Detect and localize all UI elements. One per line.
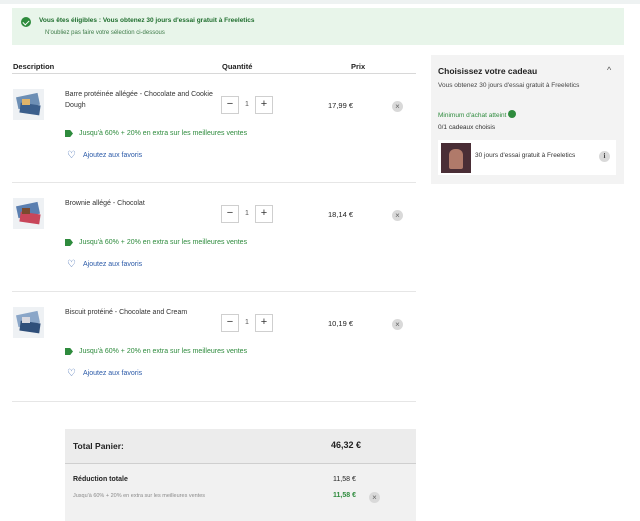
increase-quantity-button[interactable]: + xyxy=(255,314,273,332)
eligibility-banner: Vous êtes éligibles : Vous obtenez 30 jo… xyxy=(12,8,624,45)
applied-promo-label: Jusqu'à 60% + 20% en extra sur les meill… xyxy=(73,493,206,499)
favorites-label[interactable]: Ajoutez aux favoris xyxy=(83,261,142,268)
product-name[interactable]: Brownie allégé - Chocolat xyxy=(65,198,215,209)
remove-promo-button[interactable]: × xyxy=(369,492,380,503)
banner-title: Vous êtes éligibles : Vous obtenez 30 jo… xyxy=(39,17,255,24)
info-icon[interactable]: i xyxy=(599,151,610,162)
decrease-quantity-button[interactable]: − xyxy=(221,96,239,114)
tag-icon xyxy=(65,348,73,355)
gift-option-label: 30 jours d'essai gratuit à Freeletics xyxy=(475,152,576,159)
check-circle-icon xyxy=(21,17,31,27)
check-circle-icon xyxy=(508,110,517,118)
cart-row: Biscuit protéiné - Chocolate and Cream −… xyxy=(12,292,416,401)
chevron-up-icon[interactable]: ^ xyxy=(607,65,611,75)
top-border xyxy=(0,0,640,4)
minimum-reached-label: Minimum d'achat atteint xyxy=(438,112,507,119)
product-name[interactable]: Barre protéinée allégée - Chocolate and … xyxy=(65,89,215,111)
cart-total: Total Panier: 46,32 € xyxy=(65,429,416,464)
quantity-stepper: − 1 + xyxy=(221,314,275,332)
column-header-quantity: Quantité xyxy=(222,62,253,71)
gift-image xyxy=(441,143,471,173)
reduction-summary: Réduction totale 11,58 € Jusqu'à 60% + 2… xyxy=(65,464,416,521)
total-amount: 46,32 € xyxy=(331,440,362,450)
increase-quantity-button[interactable]: + xyxy=(255,96,273,114)
increase-quantity-button[interactable]: + xyxy=(255,205,273,223)
cart-row: Barre protéinée allégée - Chocolate and … xyxy=(12,74,416,183)
item-price: 18,14 € xyxy=(328,210,354,219)
promo-text[interactable]: Jusqu'à 60% + 20% en extra sur les meill… xyxy=(79,239,247,246)
cart-row: Brownie allégé - Chocolat − 1 + 18,14 € … xyxy=(12,183,416,292)
favorites-label[interactable]: Ajoutez aux favoris xyxy=(83,370,142,377)
banner-subtitle: N'oubliez pas faire votre sélection ci-d… xyxy=(45,30,165,36)
item-price: 17,99 € xyxy=(328,101,354,110)
quantity-value[interactable]: 1 xyxy=(239,314,255,332)
promo-text[interactable]: Jusqu'à 60% + 20% en extra sur les meill… xyxy=(79,130,247,137)
remove-item-button[interactable]: × xyxy=(392,319,403,330)
column-header-price: Prix xyxy=(351,62,366,71)
column-header-description: Description xyxy=(13,62,55,71)
reduction-amount: 11,58 € xyxy=(333,476,356,483)
heart-icon: ♡ xyxy=(67,368,76,379)
remove-item-button[interactable]: × xyxy=(392,101,403,112)
product-image[interactable] xyxy=(13,307,44,338)
product-image[interactable] xyxy=(13,198,44,229)
minimum-reached-status: Minimum d'achat atteint xyxy=(438,110,517,119)
product-name[interactable]: Biscuit protéiné - Chocolate and Cream xyxy=(65,307,215,318)
quantity-value[interactable]: 1 xyxy=(239,96,255,114)
gift-panel-title: Choisissez votre cadeau xyxy=(438,66,538,76)
quantity-value[interactable]: 1 xyxy=(239,205,255,223)
tag-icon xyxy=(65,239,73,246)
heart-icon: ♡ xyxy=(67,150,76,161)
item-price: 10,19 € xyxy=(328,319,354,328)
quantity-stepper: − 1 + xyxy=(221,96,275,114)
quantity-stepper: − 1 + xyxy=(221,205,275,223)
decrease-quantity-button[interactable]: − xyxy=(221,205,239,223)
gift-count: 0/1 cadeaux choisis xyxy=(438,124,496,131)
decrease-quantity-button[interactable]: − xyxy=(221,314,239,332)
tag-icon xyxy=(65,130,73,137)
promo-text[interactable]: Jusqu'à 60% + 20% en extra sur les meill… xyxy=(79,348,247,355)
gift-panel: Choisissez votre cadeau ^ Vous obtenez 3… xyxy=(431,55,624,184)
favorites-label[interactable]: Ajoutez aux favoris xyxy=(83,152,142,159)
gift-option-card[interactable]: 30 jours d'essai gratuit à Freeletics i xyxy=(438,140,616,175)
remove-item-button[interactable]: × xyxy=(392,210,403,221)
section-divider xyxy=(12,401,416,402)
applied-promo-amount: 11,58 € xyxy=(333,492,356,499)
heart-icon: ♡ xyxy=(67,259,76,270)
gift-description: Vous obtenez 30 jours d'essai gratuit à … xyxy=(438,82,580,89)
product-image[interactable] xyxy=(13,89,44,120)
reduction-label: Réduction totale xyxy=(73,476,128,483)
total-label: Total Panier: xyxy=(73,441,124,451)
